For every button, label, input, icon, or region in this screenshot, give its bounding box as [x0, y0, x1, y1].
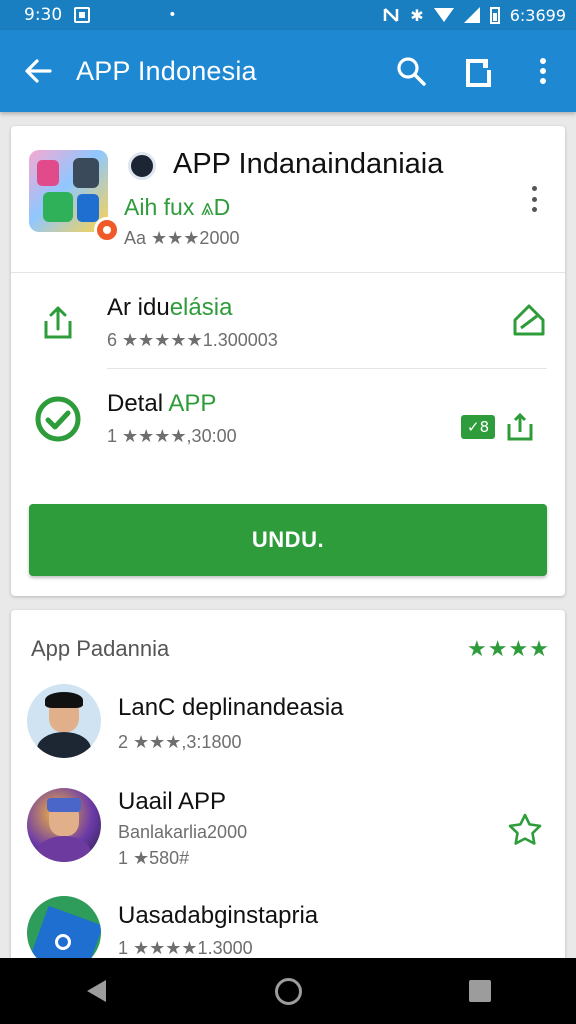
list-item[interactable]: LanC deplinandeasia 2 ★★★,3:1800 — [11, 680, 565, 780]
nav-home-button[interactable] — [248, 958, 328, 1024]
install-tag-icon — [513, 304, 545, 336]
status-time: 9:30 — [24, 5, 63, 25]
app-bar: APP Indonesia — [0, 30, 576, 112]
list-item[interactable]: Uaail APP Banlakarlia2000 1 ★580# — [11, 780, 565, 890]
install-button[interactable]: UNDU. — [29, 504, 547, 576]
row-title-highlight: elásia — [169, 294, 233, 321]
status-right-text: 6:3699 — [509, 5, 566, 25]
back-button[interactable] — [0, 30, 76, 112]
app-header: APP Indanaindaniaia Aih fux ⩓D Aa ★★★200… — [11, 126, 565, 272]
list-item-meta: 1 ★★★★1.3000 — [118, 938, 253, 958]
nav-back-button[interactable] — [56, 958, 136, 1024]
section-title: App Padannia — [31, 636, 170, 661]
more-options-button[interactable] — [510, 30, 576, 112]
list-item-title: Uasadabginstapria — [118, 902, 319, 929]
search-icon — [397, 57, 426, 86]
list-item-title: Uaail APP — [118, 788, 227, 815]
star-outline-icon — [508, 813, 542, 845]
nav-recents-button[interactable] — [440, 958, 520, 1024]
list-item-meta-secondary: 1 ★580# — [118, 848, 190, 868]
verified-badge: ✓8 — [461, 415, 496, 439]
triangle-back-icon — [86, 980, 106, 1002]
share-icon — [466, 59, 491, 87]
bluetooth-icon: ✱ — [410, 5, 424, 25]
info-row-share[interactable]: Ar iduelásia 6 ★★★★★1.300003 — [11, 272, 565, 368]
share-upload-icon — [33, 298, 83, 348]
row-actions: ✓8 — [461, 412, 535, 442]
app-badge-icon — [94, 217, 120, 243]
info-row-detail[interactable]: Detal APP 1 ★★★★,30:00 ✓8 — [11, 368, 565, 468]
row-title-text: Detal — [107, 390, 169, 417]
navigation-bar — [0, 958, 576, 1024]
avatar — [27, 788, 101, 862]
list-item-title: LanC deplinandeasia — [118, 694, 344, 721]
status-bar: 9:30 • ✱ 6:3699 — [0, 0, 576, 30]
check-circle-icon — [33, 394, 83, 444]
section-rating-stars: ★★★★ — [467, 636, 550, 661]
similar-apps-card: App Padannia ★★★★ LanC deplinandeasia 2 … — [11, 610, 565, 970]
row-title-highlight: APP — [168, 390, 217, 417]
list-item-meta: 2 ★★★,3:1800 — [118, 732, 242, 752]
list-item-meta: Banlakarlia2000 — [118, 822, 248, 842]
share-button[interactable] — [444, 30, 510, 112]
app-icon[interactable] — [29, 150, 108, 232]
nfc-icon — [384, 8, 399, 22]
share-upload-icon[interactable] — [505, 412, 535, 442]
wifi-icon — [433, 8, 454, 22]
signal-icon — [463, 7, 480, 23]
app-developer[interactable]: Aih fux ⩓D — [124, 194, 230, 221]
search-button[interactable] — [378, 30, 444, 112]
install-tag-button[interactable] — [511, 302, 547, 338]
gallery-notification-icon — [74, 7, 91, 23]
status-icons: ✱ 6:3699 — [382, 6, 566, 25]
app-title: APP Indanaindaniaia — [173, 148, 444, 180]
app-rating: Aa ★★★2000 — [124, 228, 240, 248]
row-title: Detal APP — [107, 390, 216, 418]
more-vert-icon — [540, 58, 546, 84]
battery-icon — [489, 6, 500, 24]
app-more-button[interactable] — [521, 182, 547, 216]
notification-dot: • — [168, 7, 177, 23]
arrow-back-icon — [25, 59, 52, 83]
avatar — [27, 684, 101, 758]
row-meta: 1 ★★★★,30:00 — [107, 426, 237, 446]
row-meta: 6 ★★★★★1.300003 — [107, 330, 278, 350]
row-title-text: Ar idu — [107, 294, 170, 321]
developer-logo-icon — [128, 152, 156, 180]
square-recents-icon — [469, 980, 491, 1002]
app-detail-card: APP Indanaindaniaia Aih fux ⩓D Aa ★★★200… — [11, 126, 565, 596]
row-title: Ar iduelásia — [107, 294, 232, 322]
favorite-button[interactable] — [507, 812, 543, 853]
circle-home-icon — [274, 977, 302, 1005]
more-vert-icon — [531, 186, 537, 191]
page-title: APP Indonesia — [76, 55, 257, 86]
